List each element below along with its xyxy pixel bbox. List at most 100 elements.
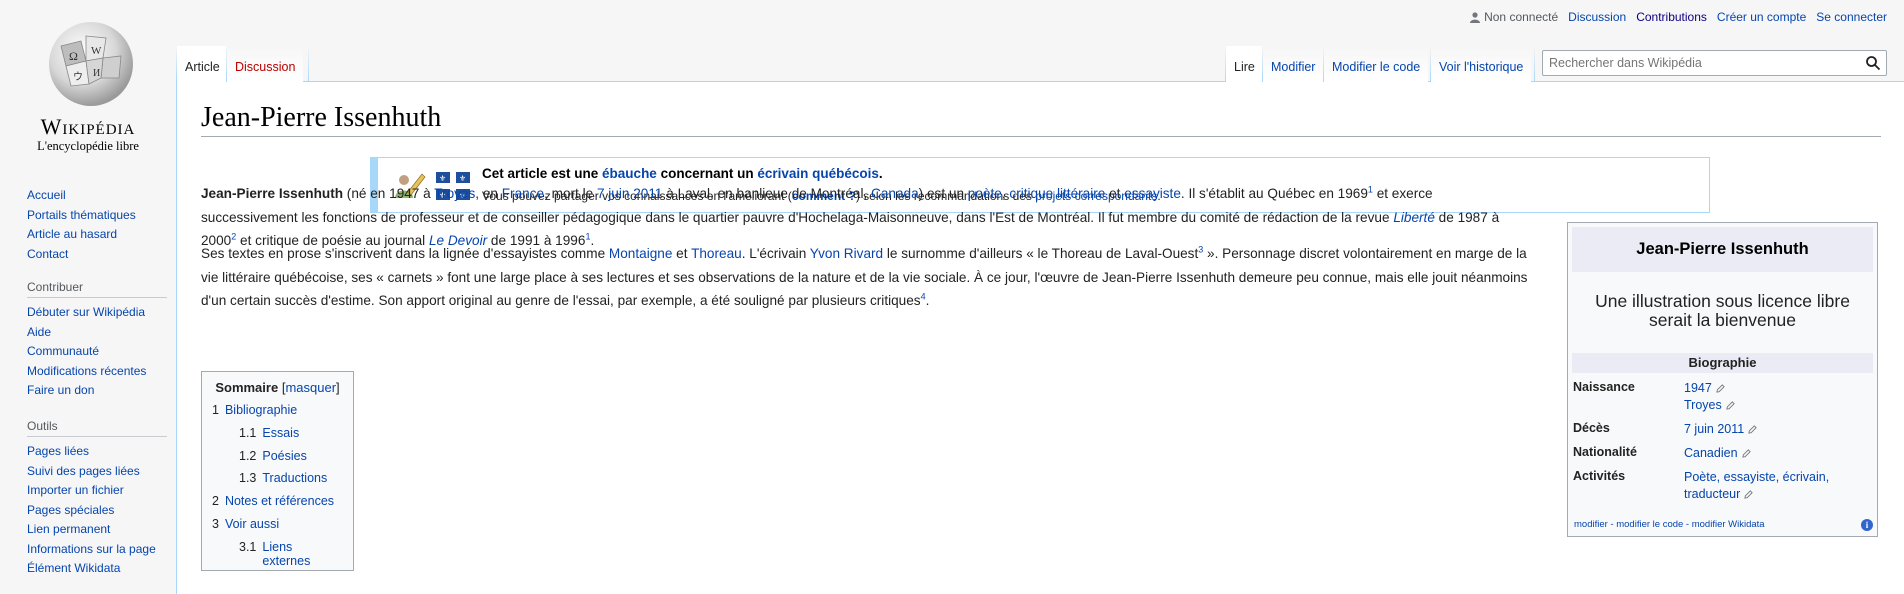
create-account-link[interactable]: Créer un compte	[1717, 10, 1806, 24]
toc-link-liens-externes[interactable]: Liens externes	[262, 540, 343, 568]
sidebar-item-contact[interactable]: Contact	[27, 247, 68, 261]
toc-item[interactable]: 1.3 Traductions	[212, 471, 343, 494]
sidebar-item-lien-permanent[interactable]: Lien permanent	[27, 522, 110, 536]
sidebar-item-hasard[interactable]: Article au hasard	[27, 227, 117, 241]
sidebar-item-wikidata[interactable]: Élément Wikidata	[27, 561, 120, 575]
text: (né en 1947 à	[343, 186, 435, 201]
infobox-link-1947[interactable]: 1947	[1684, 381, 1712, 395]
info-icon[interactable]: i	[1861, 519, 1873, 531]
toc-toggle-link[interactable]: masquer	[285, 380, 336, 395]
infobox-link-activites[interactable]: Poète, essayiste, écrivain, traducteur	[1684, 470, 1829, 501]
toc-item[interactable]: 1.2 Poésies	[212, 449, 343, 472]
sidebar-item-importer[interactable]: Importer un fichier	[27, 483, 124, 497]
toc-header: Sommaire [masquer]	[212, 380, 343, 395]
infobox-value: Poète, essayiste, écrivain, traducteur	[1684, 469, 1873, 503]
infobox-row-deces: Décès 7 juin 2011	[1572, 421, 1873, 438]
pencil-icon[interactable]	[1744, 490, 1754, 499]
infobox-footer-links[interactable]: modifier - modifier le code - modifier W…	[1574, 519, 1765, 530]
tab-article[interactable]: Article	[177, 46, 228, 82]
text: . Il s'établit au Québec en 1969	[1180, 186, 1368, 201]
sidebar-item-aide[interactable]: Aide	[27, 325, 51, 339]
toc-item[interactable]: 2 Notes et références	[212, 494, 343, 517]
toc-item[interactable]: 3.1 Liens externes	[212, 540, 343, 568]
svg-text:ウ: ウ	[73, 71, 83, 83]
tab-discussion[interactable]: Discussion	[227, 46, 304, 82]
sidebar-item-faire-un-don[interactable]: Faire un don	[27, 383, 94, 397]
link-yvon-rivard[interactable]: Yvon Rivard	[810, 246, 883, 261]
sidebar-item-accueil[interactable]: Accueil	[27, 188, 66, 202]
svg-text:Ω: Ω	[69, 49, 78, 63]
link-canada[interactable]: Canada	[871, 186, 919, 201]
toc-num: 3	[212, 516, 219, 531]
second-paragraph: Ses textes en prose s'inscrivent dans la…	[201, 242, 1531, 313]
wikipedia-wordmark: Wikipédia	[40, 114, 136, 139]
wikipedia-logo[interactable]: Ω W И ウ Wikipédia L'encyclopédie libre	[0, 0, 176, 160]
sidebar-item-communaute[interactable]: Communauté	[27, 344, 99, 358]
link-essayiste[interactable]: essayiste	[1124, 186, 1181, 201]
link-poete[interactable]: poète	[968, 186, 1002, 201]
sidebar-item-suivi[interactable]: Suivi des pages liées	[27, 464, 140, 478]
tab-separator	[1534, 46, 1535, 82]
link-montaigne[interactable]: Montaigne	[609, 246, 672, 261]
pencil-icon[interactable]	[1748, 425, 1757, 434]
link-troyes[interactable]: Troyes	[434, 186, 475, 201]
sidebar-navigation: Accueil Portails thématiques Article au …	[27, 188, 167, 266]
tab-lire[interactable]: Lire	[1226, 46, 1263, 82]
pencil-icon[interactable]	[1741, 449, 1751, 458]
svg-text:И: И	[93, 68, 100, 79]
subject-name: Jean-Pierre Issenhuth	[201, 186, 344, 201]
toc-item[interactable]: 1 Bibliographie	[212, 403, 343, 426]
svg-text:W: W	[91, 45, 102, 57]
stub-link-ecrivain[interactable]: écrivain québécois	[757, 166, 879, 181]
link-date-deces[interactable]: 7 juin 2011	[597, 186, 663, 201]
infobox-link-canadien[interactable]: Canadien	[1684, 446, 1738, 460]
pencil-icon[interactable]	[1716, 384, 1725, 393]
link-critique[interactable]: critique littéraire	[1009, 186, 1105, 201]
search-input[interactable]	[1543, 51, 1853, 75]
link-liberte[interactable]: Liberté	[1393, 210, 1435, 225]
pencil-icon[interactable]	[1726, 401, 1735, 410]
toc-link-traductions[interactable]: Traductions	[262, 471, 327, 494]
stub-text: concernant un	[656, 166, 758, 181]
toc-bracket: [masquer]	[281, 380, 340, 395]
tab-modifier-le-code[interactable]: Modifier le code	[1324, 46, 1429, 82]
text: , en	[475, 186, 502, 201]
sidebar-item-modifications-recentes[interactable]: Modifications récentes	[27, 364, 146, 378]
text: et	[1105, 186, 1125, 201]
sidebar-item-portails[interactable]: Portails thématiques	[27, 208, 136, 222]
sidebar-heading-outils: Outils	[27, 419, 167, 437]
infobox-link-troyes[interactable]: Troyes	[1684, 398, 1722, 412]
toc-link-poesies[interactable]: Poésies	[262, 449, 306, 472]
tab-historique[interactable]: Voir l'historique	[1431, 46, 1532, 82]
infobox-link-date-deces[interactable]: 7 juin 2011	[1684, 422, 1744, 436]
toc-item[interactable]: 1.1 Essais	[212, 426, 343, 449]
toc-link-notes[interactable]: Notes et références	[225, 494, 334, 517]
text: , mort le	[544, 186, 597, 201]
link-france[interactable]: France	[502, 186, 544, 201]
tab-modifier[interactable]: Modifier	[1263, 46, 1324, 82]
infobox-row-nationalite: Nationalité Canadien	[1572, 445, 1873, 462]
sidebar-outils: Outils Pages liées Suivi des pages liées…	[27, 419, 167, 581]
link-thoreau[interactable]: Thoreau	[691, 246, 742, 261]
toc-link-bibliographie[interactable]: Bibliographie	[225, 403, 297, 426]
table-of-contents: Sommaire [masquer] 1 Bibliographie 1.1 Ess…	[201, 371, 354, 571]
toc-link-essais[interactable]: Essais	[262, 426, 299, 449]
search-icon[interactable]	[1865, 55, 1881, 71]
text: le surnomme d'ailleurs « le Thoreau de L…	[883, 246, 1199, 261]
sidebar-item-informations[interactable]: Informations sur la page	[27, 542, 156, 556]
login-link[interactable]: Se connecter	[1816, 10, 1887, 24]
toc-num: 1.1	[239, 425, 257, 440]
personal-discussion-link[interactable]: Discussion	[1568, 10, 1626, 24]
sidebar-item-pages-speciales[interactable]: Pages spéciales	[27, 503, 114, 517]
sidebar-item-pages-liees[interactable]: Pages liées	[27, 444, 89, 458]
toc-link-voir-aussi[interactable]: Voir aussi	[225, 517, 279, 540]
personal-contributions-link[interactable]: Contributions	[1636, 10, 1707, 24]
sidebar-item-debuter[interactable]: Débuter sur Wikipédia	[27, 305, 145, 319]
text: .	[925, 293, 930, 308]
stub-link-ebauche[interactable]: ébauche	[602, 166, 657, 181]
toc-item[interactable]: 3 Voir aussi	[212, 517, 343, 540]
text: et	[672, 246, 692, 261]
infobox-row-naissance: Naissance 1947 Troyes	[1572, 380, 1873, 414]
not-connected-status: Non connecté	[1470, 10, 1558, 24]
personal-tools: Non connecté Discussion Contributions Cr…	[1470, 10, 1887, 24]
